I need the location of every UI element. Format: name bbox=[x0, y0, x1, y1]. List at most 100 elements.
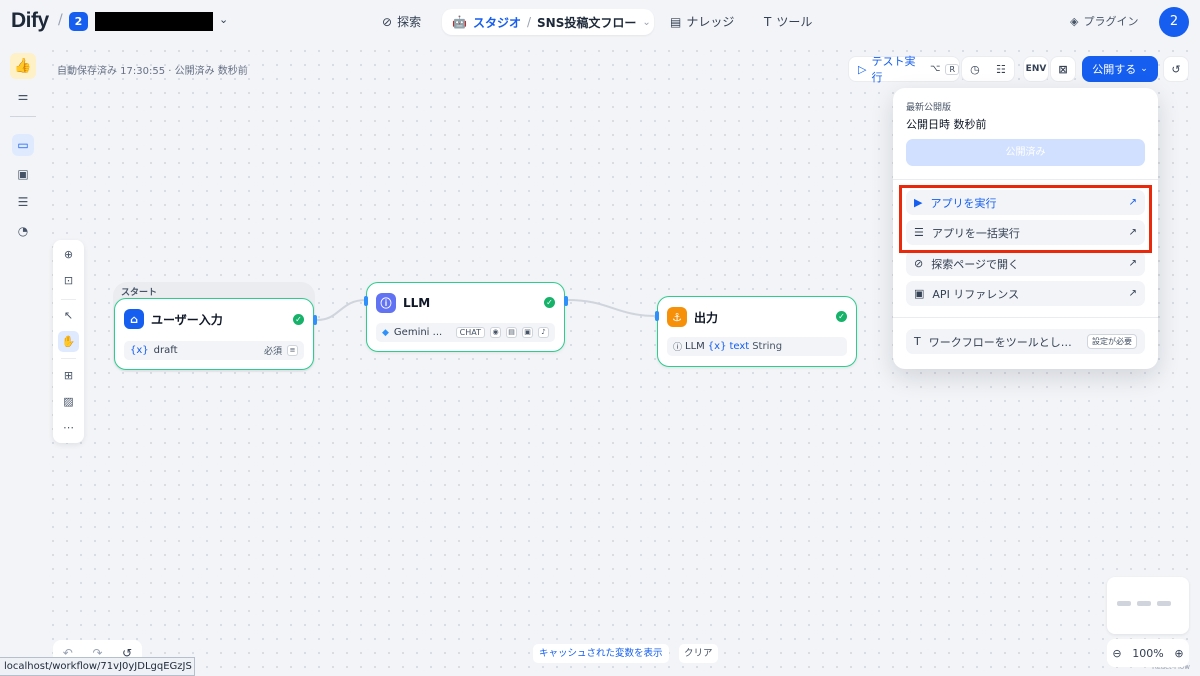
conversation-variable-icon[interactable]: ⊠ bbox=[1050, 56, 1076, 82]
output-input-handle[interactable] bbox=[655, 311, 659, 321]
top-bar: Dify / 2 ⌄ ⊘ 探索 🤖 スタジオ / SNS投稿文フロー ⌄ ▤ ナ… bbox=[0, 0, 1200, 44]
compass-icon: ⊘ bbox=[382, 15, 393, 29]
gemini-icon: ◆ bbox=[382, 327, 389, 338]
left-sidebar: 👍 ⚌ ▭ ▣ ☰ ◔ bbox=[0, 44, 46, 676]
test-run-button[interactable]: ▷ テスト実行 ⌥ R bbox=[848, 55, 960, 84]
current-app-name[interactable]: SNS投稿文フロー bbox=[537, 14, 636, 31]
nav-explore[interactable]: ⊘ 探索 bbox=[382, 10, 421, 34]
llm-icon: ⓘ bbox=[376, 293, 396, 313]
divider bbox=[893, 179, 1158, 180]
video-icon: ▣ bbox=[522, 327, 533, 338]
nav-tools[interactable]: T ツール bbox=[764, 10, 812, 34]
minimap-node bbox=[1137, 601, 1151, 606]
organize-blocks-icon[interactable]: ⊞ bbox=[58, 365, 79, 386]
terminal-icon: ▣ bbox=[914, 287, 925, 300]
run-app-item[interactable]: ▶ アプリを実行 ↗ bbox=[906, 190, 1145, 215]
external-link-icon: ↗ bbox=[1128, 258, 1137, 269]
publish-dropdown: 最新公開版 公開日時 数秒前 公開済み ▶ アプリを実行 ↗ ☰ アプリを一括実… bbox=[893, 88, 1158, 369]
text-field-icon: ≡ bbox=[287, 345, 298, 356]
plugins-button[interactable]: ◈ プラグイン bbox=[1070, 13, 1138, 29]
zoom-in-icon[interactable]: ⊕ bbox=[1174, 647, 1183, 660]
batch-run-item[interactable]: ☰ アプリを一括実行 ↗ bbox=[906, 220, 1145, 245]
checklist-icon[interactable]: ☷ bbox=[996, 63, 1006, 76]
hammer-icon: T bbox=[764, 15, 772, 29]
external-link-icon: ↗ bbox=[1128, 288, 1137, 299]
input-variable-row[interactable]: {x} draft 必須 ≡ bbox=[124, 341, 304, 360]
chevron-down-icon[interactable]: ⌄ bbox=[219, 13, 228, 26]
vision-icon: ◉ bbox=[490, 327, 501, 338]
sliders-icon[interactable]: ⚌ bbox=[12, 85, 34, 107]
open-explore-item[interactable]: ⊘ 探索ページで開く ↗ bbox=[906, 251, 1145, 276]
zoom-out-icon[interactable]: ⊖ bbox=[1112, 647, 1121, 660]
minimap-node bbox=[1157, 601, 1171, 606]
chevron-down-icon[interactable]: ⌄ bbox=[642, 17, 650, 28]
llm-output-handle[interactable] bbox=[564, 296, 568, 306]
published-time: 公開日時 数秒前 bbox=[906, 118, 987, 131]
workspace-badge[interactable]: 2 bbox=[69, 12, 88, 31]
check-icon: ✓ bbox=[293, 314, 304, 325]
nav-knowledge[interactable]: ▤ ナレッジ bbox=[670, 10, 734, 34]
llm-input-handle[interactable] bbox=[364, 296, 368, 306]
monitoring-icon[interactable]: ◔ bbox=[12, 220, 34, 242]
dify-logo[interactable]: Dify bbox=[11, 9, 49, 33]
status-url: localhost/workflow/71vJ0yJDLgqEGzJS bbox=[0, 657, 195, 676]
workspace-name-redacted[interactable] bbox=[95, 12, 213, 31]
output-icon: ⚓ bbox=[667, 307, 687, 327]
llm-small-icon: ⓘ bbox=[673, 343, 683, 353]
show-cached-variables-button[interactable]: キャッシュされた変数を表示 bbox=[533, 644, 669, 663]
home-icon: ⌂ bbox=[124, 309, 144, 329]
play-circle-icon: ▶ bbox=[914, 196, 923, 209]
canvas-toolbar: ⊕ ⊡ ↖ ✋ ⊞ ▨ ⋯ bbox=[53, 240, 84, 443]
minimap[interactable] bbox=[1107, 577, 1189, 634]
zoom-controls: ⊖ 100% ⊕ bbox=[1107, 639, 1189, 667]
add-note-icon[interactable]: ⊡ bbox=[58, 270, 79, 291]
variable-icon: {x} bbox=[707, 341, 727, 352]
autosave-status: 自動保存済み 17:30:55 · 公開済み 数秒前 bbox=[57, 66, 248, 77]
history-icon[interactable]: ↺ bbox=[1163, 56, 1189, 82]
app-icon[interactable]: 👍 bbox=[10, 53, 36, 79]
check-icon: ✓ bbox=[836, 311, 847, 322]
book-icon: ▤ bbox=[670, 15, 682, 29]
publish-button[interactable]: 公開する ⌄ bbox=[1082, 56, 1158, 82]
needs-config-badge: 設定が必要 bbox=[1087, 334, 1137, 349]
breadcrumb-separator: / bbox=[526, 15, 532, 29]
terminal-icon[interactable]: ▣ bbox=[12, 163, 34, 185]
cube-icon: ◈ bbox=[1070, 14, 1079, 28]
external-link-icon: ↗ bbox=[1128, 227, 1137, 238]
play-icon: ▷ bbox=[858, 62, 867, 76]
user-input-node[interactable]: ⌂ ユーザー入力 ✓ {x} draft 必須 ≡ bbox=[114, 298, 314, 370]
divider bbox=[10, 116, 36, 117]
breadcrumb-separator: / bbox=[58, 12, 63, 28]
node-header: ⌂ ユーザー入力 bbox=[124, 309, 223, 329]
logs-icon[interactable]: ☰ bbox=[12, 191, 34, 213]
workflow-orchestrate-icon[interactable]: ▭ bbox=[12, 134, 34, 156]
start-output-handle[interactable] bbox=[313, 315, 317, 325]
clear-button[interactable]: クリア bbox=[679, 644, 718, 663]
avatar[interactable]: 2 bbox=[1159, 7, 1189, 37]
compass-icon: ⊘ bbox=[914, 257, 924, 270]
checklist-clock-icon[interactable]: ◷ bbox=[970, 63, 980, 76]
divider bbox=[61, 358, 76, 359]
api-reference-item[interactable]: ▣ API リファレンス ↗ bbox=[906, 281, 1145, 306]
divider bbox=[61, 299, 76, 300]
zoom-level[interactable]: 100% bbox=[1132, 647, 1163, 660]
model-row[interactable]: ◆ Gemini ... CHAT ◉ ▤ ▣ ♪ bbox=[376, 323, 555, 342]
node-header: ⚓ 出力 bbox=[667, 307, 718, 327]
batch-run-icon: ☰ bbox=[914, 226, 924, 239]
llm-node[interactable]: ⓘ LLM ✓ ◆ Gemini ... CHAT ◉ ▤ ▣ ♪ bbox=[366, 282, 565, 352]
output-variable-row[interactable]: ⓘ LLM {x} text String bbox=[667, 337, 847, 356]
check-icon: ✓ bbox=[544, 297, 555, 308]
workflow-as-tool-item[interactable]: T ワークフローをツールとし… 設定が必要 bbox=[906, 329, 1145, 354]
output-node[interactable]: ⚓ 出力 ✓ ⓘ LLM {x} text String bbox=[657, 296, 857, 367]
env-button[interactable]: ENV bbox=[1023, 56, 1049, 82]
variable-icon: {x} bbox=[130, 345, 149, 356]
minimap-node bbox=[1117, 601, 1131, 606]
more-icon[interactable]: ⋯ bbox=[58, 417, 79, 438]
export-image-icon[interactable]: ▨ bbox=[58, 391, 79, 412]
add-node-icon[interactable]: ⊕ bbox=[58, 244, 79, 265]
hammer-icon: T bbox=[914, 335, 921, 348]
hand-icon[interactable]: ✋ bbox=[58, 331, 79, 352]
nav-studio[interactable]: 🤖 スタジオ / SNS投稿文フロー ⌄ bbox=[442, 9, 654, 35]
pointer-icon[interactable]: ↖ bbox=[58, 305, 79, 326]
toolbar-group: ◷ ☷ bbox=[961, 56, 1015, 82]
